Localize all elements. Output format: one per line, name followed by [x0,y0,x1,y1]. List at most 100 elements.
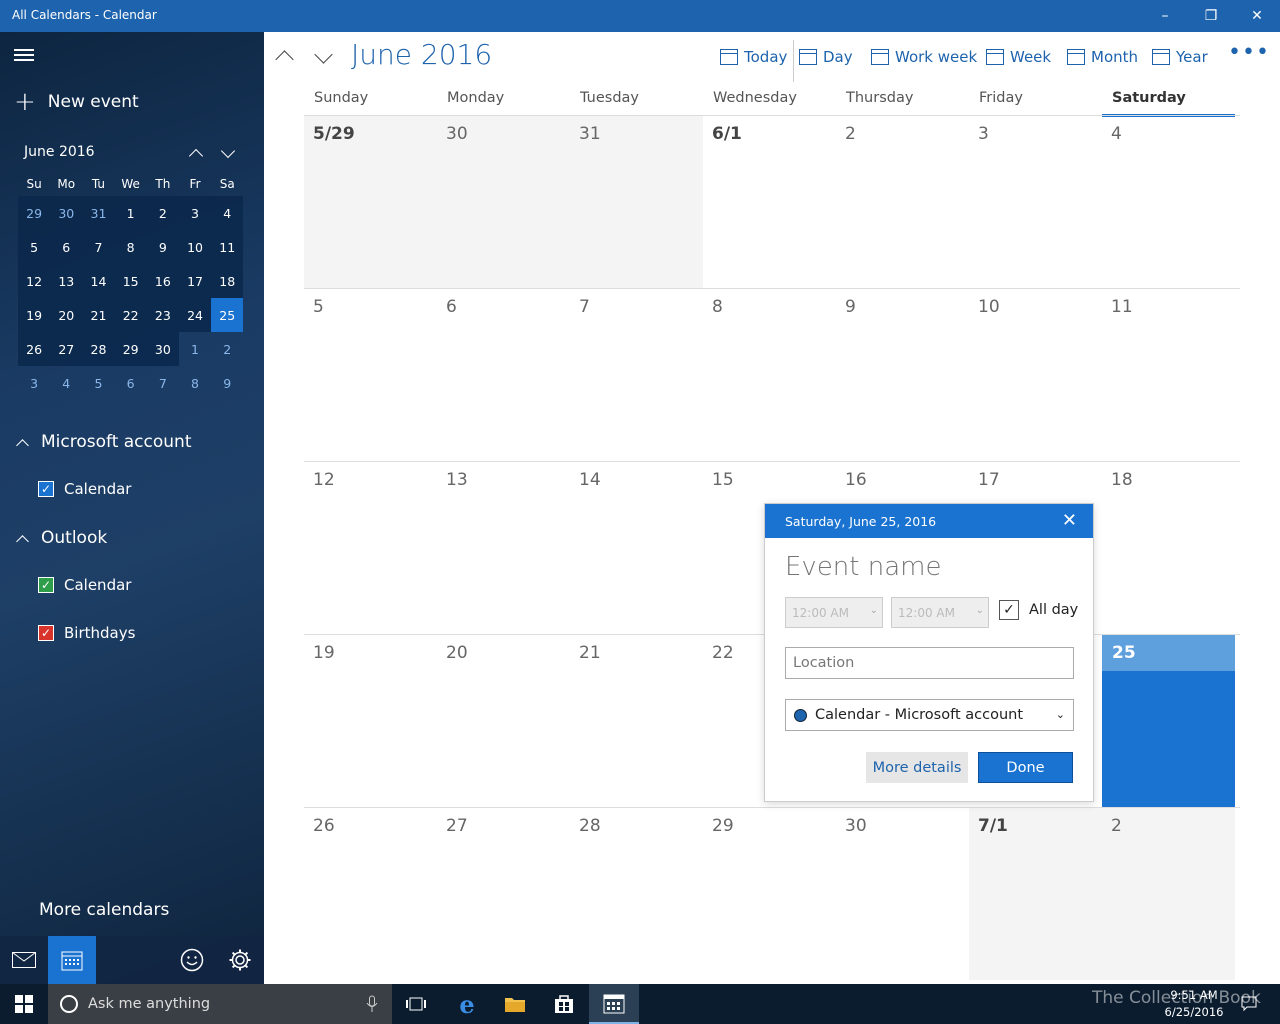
calendar-toggle-microsoft-calendar[interactable]: ✓ Calendar [38,480,131,498]
mini-calendar-day[interactable]: 3 [178,196,212,230]
mini-calendar-day[interactable]: 29 [114,332,147,366]
mini-calendar-day[interactable]: 19 [18,298,51,332]
mini-calendar-day[interactable]: 6 [115,366,147,400]
mini-calendar-day[interactable]: 30 [146,332,179,366]
mini-calendar-day[interactable]: 31 [82,196,115,230]
minimize-button[interactable]: – [1142,0,1188,32]
mini-calendar-day[interactable]: 8 [114,230,147,264]
work-week-view-button[interactable]: Work week [871,45,977,69]
calendar-app-button[interactable] [48,936,96,984]
start-button[interactable] [0,984,48,1024]
day-cell[interactable]: 30 [437,116,570,288]
more-options-button[interactable]: ••• [1228,40,1270,65]
more-calendars-link[interactable]: More calendars [39,900,169,920]
microphone-icon[interactable] [366,995,378,1013]
day-cell[interactable]: 26 [304,808,437,980]
day-cell[interactable]: 3 [969,116,1102,288]
mini-calendar-day[interactable]: 9 [211,366,243,400]
mini-calendar-prev-button[interactable] [184,142,208,164]
mini-calendar-day[interactable]: 8 [179,366,211,400]
mini-calendar-day[interactable]: 7 [82,230,115,264]
day-cell[interactable]: 27 [437,808,570,980]
mini-calendar-day[interactable]: 6 [50,230,83,264]
day-cell[interactable]: 14 [570,462,703,634]
day-cell[interactable]: 8 [703,289,836,461]
new-event-button[interactable]: + New event [14,89,139,115]
file-explorer-button[interactable] [491,984,539,1024]
account-header-microsoft[interactable]: Microsoft account [14,432,192,452]
day-cell[interactable]: 13 [437,462,570,634]
day-cell[interactable]: 9 [836,289,969,461]
mini-calendar-next-button[interactable] [216,142,240,164]
day-cell[interactable]: 12 [304,462,437,634]
day-cell[interactable]: 20 [437,635,570,807]
settings-button[interactable] [216,936,264,984]
day-cell[interactable]: 7 [570,289,703,461]
mini-calendar-day[interactable]: 17 [178,264,212,298]
month-view-button[interactable]: Month [1067,45,1138,69]
day-cell[interactable]: 5/29 [304,116,437,288]
close-icon[interactable]: ✕ [1062,510,1077,531]
day-cell[interactable]: 10 [969,289,1102,461]
mini-calendar-day[interactable]: 2 [146,196,179,230]
mini-calendar-day[interactable]: 29 [18,196,51,230]
mini-calendar-day[interactable]: 23 [146,298,179,332]
day-cell[interactable]: 7/1 [969,808,1102,980]
calendar-toggle-outlook-birthdays[interactable]: ✓ Birthdays [38,624,135,642]
mini-calendar-day[interactable]: 1 [114,196,147,230]
mini-calendar-day[interactable]: 26 [18,332,51,366]
day-cell-today[interactable]: 25 [1102,635,1235,807]
day-cell[interactable]: 6 [437,289,570,461]
feedback-button[interactable] [168,936,216,984]
calendar-select[interactable]: Calendar - Microsoft account ⌄ [785,699,1074,731]
restore-button[interactable]: ❐ [1188,0,1234,32]
day-view-button[interactable]: Day [799,45,853,69]
mini-calendar-day[interactable]: 4 [211,196,244,230]
mini-calendar-day[interactable]: 12 [18,264,51,298]
day-cell[interactable]: 29 [703,808,836,980]
mini-calendar-day[interactable]: 27 [50,332,83,366]
account-header-outlook[interactable]: Outlook [14,528,107,548]
event-name-input[interactable] [785,552,1075,582]
mini-calendar-day[interactable]: 11 [211,230,244,264]
done-button[interactable]: Done [978,752,1073,783]
mini-calendar-day[interactable]: 28 [82,332,115,366]
mini-calendar-day[interactable]: 2 [211,332,243,366]
day-cell[interactable]: 31 [570,116,703,288]
mail-button[interactable] [0,936,48,984]
mini-calendar-day[interactable]: 10 [178,230,212,264]
all-day-checkbox[interactable]: ✓ All day [999,600,1078,620]
mini-calendar-day[interactable]: 20 [50,298,83,332]
day-cell[interactable]: 18 [1102,462,1235,634]
mini-calendar-day[interactable]: 13 [50,264,83,298]
system-clock[interactable]: 9:51 AM 6/25/2016 [1160,987,1228,1021]
mini-calendar-day[interactable]: 7 [147,366,179,400]
close-button[interactable]: ✕ [1234,0,1280,32]
day-cell[interactable]: 4 [1102,116,1235,288]
year-view-button[interactable]: Year [1152,45,1208,69]
next-month-button[interactable] [305,42,341,72]
store-button[interactable] [540,984,588,1024]
day-cell[interactable]: 21 [570,635,703,807]
calendar-toggle-outlook-calendar[interactable]: ✓ Calendar [38,576,131,594]
previous-month-button[interactable] [266,42,302,72]
mini-calendar-day[interactable]: 15 [114,264,147,298]
mini-calendar-day[interactable]: 1 [179,332,211,366]
mini-calendar-day[interactable]: 5 [82,366,114,400]
cortana-search-box[interactable]: Ask me anything [48,984,392,1024]
mini-calendar-day[interactable]: 3 [18,366,50,400]
mini-calendar-day[interactable]: 5 [18,230,51,264]
end-time-select[interactable]: 12:00 AM ⌄ [891,597,989,628]
edge-browser-button[interactable]: e [443,984,491,1024]
more-details-button[interactable]: More details [866,752,968,783]
day-cell[interactable]: 5 [304,289,437,461]
action-center-button[interactable] [1234,984,1264,1024]
mini-calendar-day[interactable]: 4 [50,366,82,400]
week-view-button[interactable]: Week [986,45,1051,69]
day-cell[interactable]: 30 [836,808,969,980]
mini-calendar-day[interactable]: 14 [82,264,115,298]
location-input[interactable]: Location [785,647,1074,679]
mini-calendar-day[interactable]: 16 [146,264,179,298]
day-cell[interactable]: 19 [304,635,437,807]
mini-calendar-day[interactable]: 24 [178,298,212,332]
